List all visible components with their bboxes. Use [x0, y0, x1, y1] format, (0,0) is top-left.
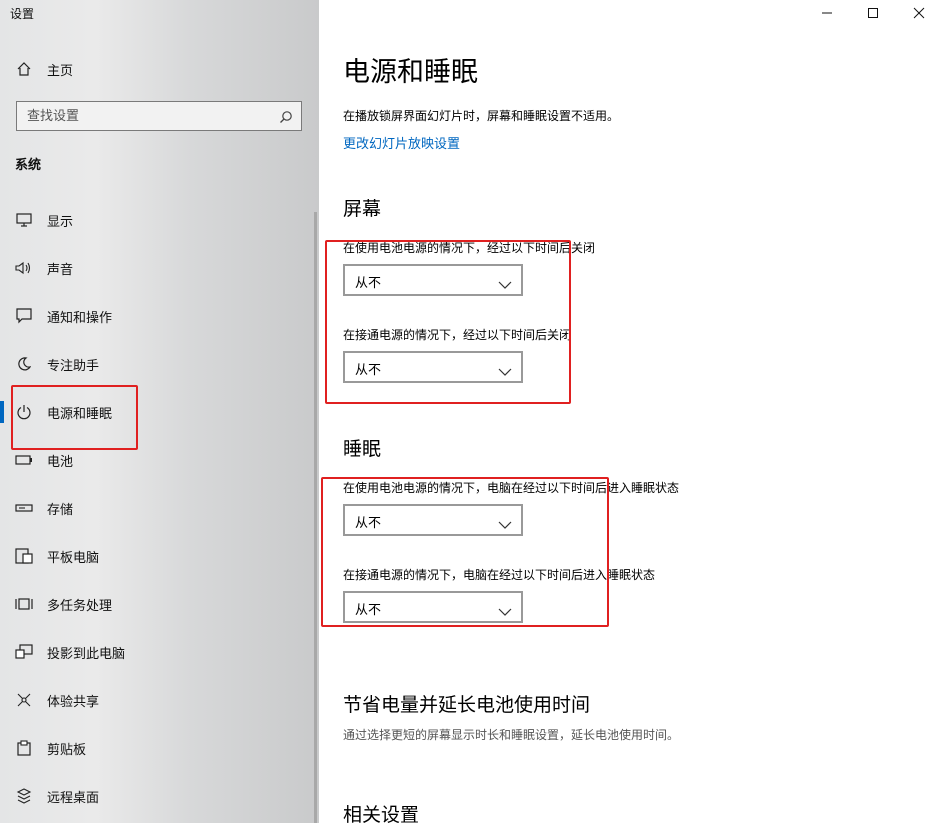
sidebar-item-label: 多任务处理	[47, 598, 113, 614]
sleep-battery-label: 在使用电池电源的情况下，电脑在经过以下时间后进入睡眠状态	[343, 481, 680, 495]
sidebar-item-battery[interactable]: 电池	[0, 437, 319, 483]
dropdown-value: 从不	[355, 516, 382, 531]
moon-icon	[14, 355, 34, 373]
sidebar-item-label: 通知和操作	[47, 310, 113, 326]
chevron-down-icon	[498, 362, 512, 376]
sidebar-scrollbar[interactable]	[314, 212, 317, 823]
sidebar-item-display[interactable]: 显示	[0, 197, 319, 243]
screen-plugged-label: 在接通电源的情况下，经过以下时间后关闭	[343, 328, 572, 342]
sidebar-item-clipboard[interactable]: 剪贴板	[0, 725, 319, 771]
sleep-plugged-label: 在接通电源的情况下，电脑在经过以下时间后进入睡眠状态	[343, 568, 656, 582]
battery-saving-heading: 节省电量并延长电池使用时间	[343, 694, 591, 716]
sidebar-item-remote-desktop[interactable]: 远程桌面	[0, 773, 319, 819]
dropdown-value: 从不	[355, 276, 382, 291]
sidebar-item-label: 电源和睡眠	[47, 406, 113, 422]
message-icon	[14, 307, 34, 325]
sidebar-item-shared-experiences[interactable]: 体验共享	[0, 677, 319, 723]
share-icon	[14, 691, 34, 709]
sidebar-item-label: 电池	[47, 454, 74, 470]
multitask-icon	[14, 595, 34, 613]
project-icon	[14, 643, 34, 661]
chevron-down-icon	[498, 602, 512, 616]
home-icon	[14, 60, 34, 78]
monitor-icon	[14, 211, 34, 229]
screen-battery-dropdown[interactable]: 从不	[343, 264, 523, 296]
screen-plugged-dropdown[interactable]: 从不	[343, 351, 523, 383]
dropdown-value: 从不	[355, 363, 382, 378]
sidebar: 设置 主页 系统 显示 声音 通知和操作 专注助手	[0, 0, 319, 823]
screen-heading: 屏幕	[343, 198, 382, 220]
search-icon[interactable]	[279, 109, 293, 123]
sleep-battery-dropdown[interactable]: 从不	[343, 504, 523, 536]
sidebar-item-home[interactable]: 主页	[0, 46, 319, 92]
sidebar-item-label: 投影到此电脑	[47, 646, 126, 662]
chevron-down-icon	[498, 515, 512, 529]
sleep-plugged-dropdown[interactable]: 从不	[343, 591, 523, 623]
battery-icon	[14, 451, 34, 469]
sidebar-item-label: 剪贴板	[47, 742, 87, 758]
remote-desktop-icon	[14, 787, 34, 805]
dropdown-value: 从不	[355, 603, 382, 618]
sidebar-item-sound[interactable]: 声音	[0, 245, 319, 291]
slideshow-settings-link[interactable]: 更改幻灯片放映设置	[343, 133, 460, 152]
sidebar-item-label: 显示	[47, 214, 74, 230]
close-icon	[913, 4, 925, 23]
window-title: 设置	[10, 7, 35, 21]
tablet-icon	[14, 547, 34, 565]
main-content: 电源和睡眠 在播放锁屏界面幻灯片时，屏幕和睡眠设置不适用。 更改幻灯片放映设置 …	[319, 0, 933, 823]
sidebar-item-label: 体验共享	[47, 694, 100, 710]
storage-icon	[14, 499, 34, 517]
battery-saving-description: 通过选择更短的屏幕显示时长和睡眠设置，延长电池使用时间。	[343, 728, 680, 742]
screen-battery-label: 在使用电池电源的情况下，经过以下时间后关闭	[343, 241, 596, 255]
clipboard-icon	[14, 739, 34, 757]
sidebar-item-storage[interactable]: 存储	[0, 485, 319, 531]
sidebar-item-project[interactable]: 投影到此电脑	[0, 629, 319, 675]
sidebar-item-label: 主页	[47, 63, 74, 79]
sleep-heading: 睡眠	[343, 438, 382, 460]
maximize-icon	[867, 4, 879, 23]
section-label: 系统	[15, 158, 42, 173]
page-title: 电源和睡眠	[343, 57, 478, 88]
minimize-icon	[821, 4, 833, 23]
related-settings-heading: 相关设置	[343, 804, 420, 823]
sidebar-item-label: 专注助手	[47, 358, 100, 374]
search-input[interactable]	[17, 102, 275, 130]
sidebar-item-focus-assist[interactable]: 专注助手	[0, 341, 319, 387]
sidebar-item-label: 平板电脑	[47, 550, 100, 566]
sidebar-item-notifications[interactable]: 通知和操作	[0, 293, 319, 339]
sidebar-item-label: 远程桌面	[47, 790, 100, 806]
sidebar-item-label: 存储	[47, 502, 74, 518]
close-button[interactable]	[896, 0, 933, 26]
speaker-icon	[14, 259, 34, 277]
search-box[interactable]	[16, 101, 302, 131]
sidebar-item-power-sleep[interactable]: 电源和睡眠	[0, 389, 319, 435]
sidebar-item-tablet[interactable]: 平板电脑	[0, 533, 319, 579]
intro-text: 在播放锁屏界面幻灯片时，屏幕和睡眠设置不适用。	[343, 109, 620, 123]
power-icon	[14, 403, 34, 421]
minimize-button[interactable]	[804, 0, 850, 26]
sidebar-item-label: 声音	[47, 262, 74, 278]
sidebar-item-multitasking[interactable]: 多任务处理	[0, 581, 319, 627]
chevron-down-icon	[498, 275, 512, 289]
maximize-button[interactable]	[850, 0, 896, 26]
